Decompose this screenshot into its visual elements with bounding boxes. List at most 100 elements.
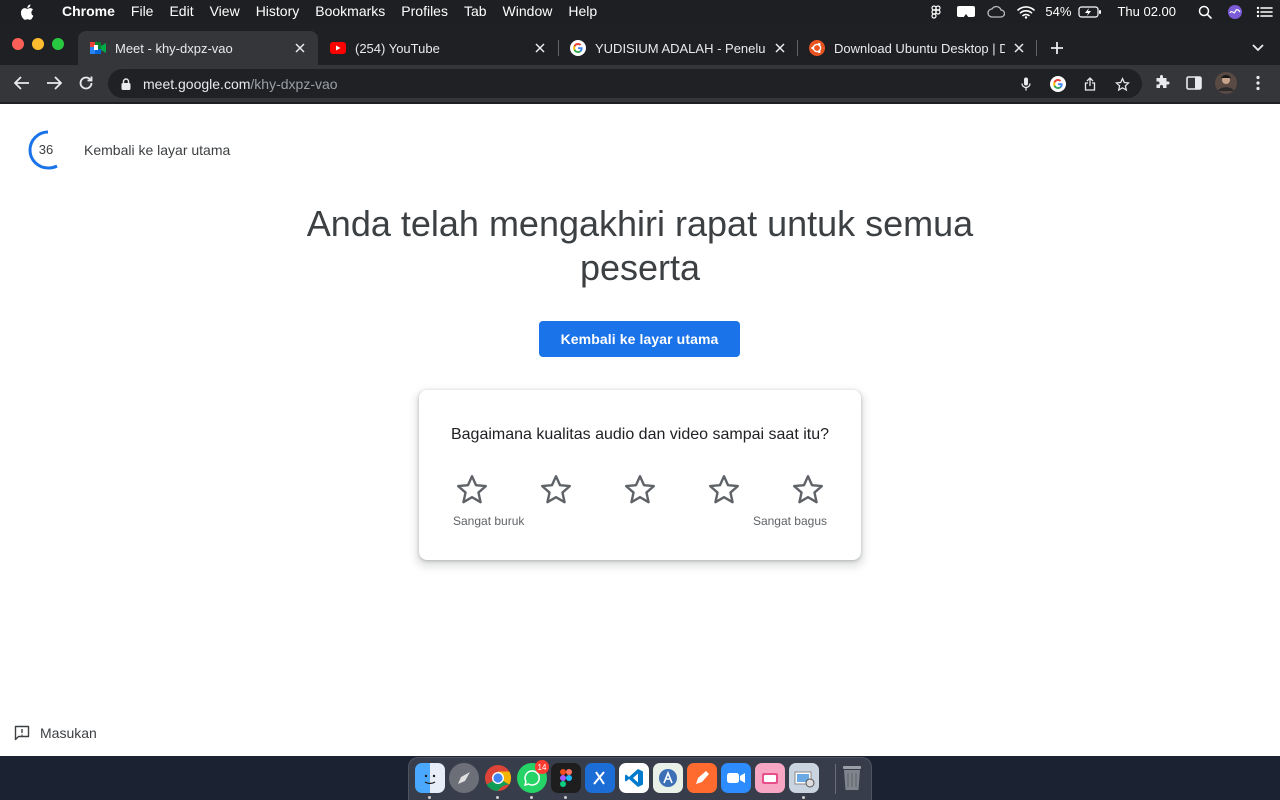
return-home-link[interactable]: Kembali ke layar utama	[84, 142, 230, 158]
tab-title: Meet - khy-dxpz-vao	[115, 40, 233, 56]
chrome-menu-icon[interactable]	[1246, 71, 1270, 95]
preview-icon[interactable]	[789, 763, 819, 793]
arrow-right-icon	[47, 76, 62, 90]
close-window-button[interactable]	[12, 38, 24, 50]
zoom-icon[interactable]	[721, 763, 751, 793]
url-text[interactable]: meet.google.com/khy-dxpz-vao	[143, 76, 338, 92]
close-tab-icon[interactable]	[772, 40, 788, 56]
menu-bookmarks[interactable]: Bookmarks	[307, 0, 393, 23]
rating-question: Bagaimana kualitas audio dan video sampa…	[450, 426, 830, 443]
feedback-button[interactable]: Masukan	[14, 724, 97, 742]
chrome-icon[interactable]	[483, 763, 513, 793]
fullscreen-window-button[interactable]	[52, 38, 64, 50]
tab-search-button[interactable]	[1248, 37, 1268, 59]
close-tab-icon[interactable]	[292, 40, 308, 56]
tab-strip: Meet - khy-dxpz-vao (254) YouTube YUDISI…	[0, 23, 1280, 65]
rating-star-5[interactable]	[788, 470, 828, 510]
android-studio-icon[interactable]	[653, 763, 683, 793]
chrome-window: Meet - khy-dxpz-vao (254) YouTube YUDISI…	[0, 23, 1280, 756]
minimize-window-button[interactable]	[32, 38, 44, 50]
siri-icon[interactable]	[1220, 0, 1250, 23]
forward-button[interactable]	[42, 71, 66, 95]
close-tab-icon[interactable]	[532, 40, 548, 56]
back-button[interactable]	[10, 71, 34, 95]
star-outline-icon	[625, 475, 655, 504]
menu-help[interactable]: Help	[560, 0, 605, 23]
new-tab-button[interactable]	[1046, 37, 1068, 59]
rating-star-2[interactable]	[536, 470, 576, 510]
feedback-label: Masukan	[40, 725, 97, 741]
tab-title: YUDISIUM ADALAH - Penelusu	[595, 40, 766, 56]
rating-low-label: Sangat buruk	[453, 514, 525, 528]
side-panel-icon[interactable]	[1182, 71, 1206, 95]
close-tab-icon[interactable]	[1011, 40, 1027, 56]
google-meet-icon	[90, 40, 106, 56]
star-outline-icon	[541, 475, 571, 504]
star-outline-icon	[457, 475, 487, 504]
menu-window[interactable]: Window	[495, 0, 561, 23]
battery-percent: 54%	[1045, 4, 1072, 19]
tab-title: (254) YouTube	[355, 40, 440, 56]
trash-icon[interactable]	[837, 763, 867, 793]
arrow-left-icon	[14, 76, 29, 90]
menu-edit[interactable]: Edit	[161, 0, 201, 23]
screen-share-menubar-icon[interactable]	[951, 0, 981, 23]
running-indicator	[530, 796, 533, 799]
tab-title: Download Ubuntu Desktop | Do	[834, 40, 1005, 56]
extensions-icon[interactable]	[1150, 71, 1174, 95]
macos-dock: 14	[408, 757, 872, 800]
microphone-icon[interactable]	[1014, 72, 1038, 96]
rating-high-label: Sangat bagus	[752, 514, 827, 528]
google-lens-icon[interactable]	[1046, 72, 1070, 96]
address-bar[interactable]: meet.google.com/khy-dxpz-vao	[108, 69, 1142, 98]
google-icon	[570, 40, 586, 56]
bookmark-star-icon[interactable]	[1110, 72, 1134, 96]
meet-end-page: 36 Kembali ke layar utama Anda telah men…	[0, 104, 1280, 756]
control-center-icon[interactable]	[1250, 0, 1280, 23]
figma-menubar-icon[interactable]	[921, 0, 951, 23]
running-indicator	[496, 796, 499, 799]
finder-icon[interactable]	[415, 763, 445, 793]
tab-ubuntu[interactable]: Download Ubuntu Desktop | Do	[797, 31, 1037, 65]
pencil-icon[interactable]	[687, 763, 717, 793]
rating-star-1[interactable]	[452, 470, 492, 510]
share-icon[interactable]	[1078, 72, 1102, 96]
plus-icon	[1051, 42, 1063, 54]
menubar-clock[interactable]: Thu 02.00	[1105, 4, 1190, 19]
running-indicator	[564, 796, 567, 799]
menu-tab[interactable]: Tab	[456, 0, 495, 23]
chevron-down-icon	[1252, 44, 1264, 52]
browser-toolbar: meet.google.com/khy-dxpz-vao	[0, 65, 1280, 102]
apple-menu-icon[interactable]	[0, 4, 54, 20]
whatsapp-badge: 14	[535, 760, 549, 774]
profile-avatar[interactable]	[1214, 71, 1238, 95]
xcode-icon[interactable]	[585, 763, 615, 793]
tab-google-search[interactable]: YUDISIUM ADALAH - Penelusu	[558, 31, 798, 65]
macos-menu-bar: Chrome File Edit View History Bookmarks …	[0, 0, 1280, 23]
figma-icon[interactable]	[551, 763, 581, 793]
menu-view[interactable]: View	[202, 0, 248, 23]
rating-star-4[interactable]	[704, 470, 744, 510]
feedback-icon	[14, 724, 32, 742]
menu-history[interactable]: History	[248, 0, 308, 23]
lock-icon[interactable]	[121, 77, 133, 90]
spotlight-search-icon[interactable]	[1190, 0, 1220, 23]
star-outline-icon	[709, 475, 739, 504]
launchpad-icon[interactable]	[449, 763, 479, 793]
reload-icon	[79, 76, 93, 90]
wifi-icon[interactable]	[1011, 0, 1041, 23]
menu-file[interactable]: File	[123, 0, 162, 23]
return-home-button[interactable]: Kembali ke layar utama	[539, 321, 740, 357]
star-outline-icon	[793, 475, 823, 504]
menu-profiles[interactable]: Profiles	[393, 0, 456, 23]
tab-youtube[interactable]: (254) YouTube	[318, 31, 558, 65]
battery-charging-icon[interactable]	[1075, 0, 1105, 23]
reload-button[interactable]	[74, 71, 98, 95]
vscode-icon[interactable]	[619, 763, 649, 793]
rating-star-3[interactable]	[620, 470, 660, 510]
redirect-countdown: 36	[26, 128, 70, 172]
creative-cloud-menubar-icon[interactable]	[981, 0, 1011, 23]
tab-meet[interactable]: Meet - khy-dxpz-vao	[78, 31, 318, 65]
menu-app-chrome[interactable]: Chrome	[54, 0, 123, 23]
pink-app-icon[interactable]	[755, 763, 785, 793]
